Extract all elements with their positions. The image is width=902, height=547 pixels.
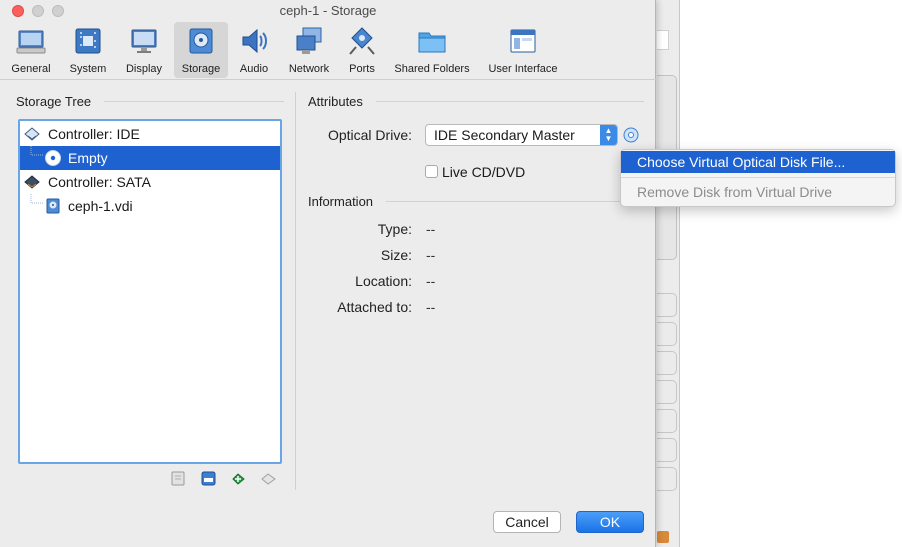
general-icon <box>16 30 46 54</box>
toolbar-audio-label: Audio <box>239 63 269 75</box>
size-value: -- <box>426 247 436 263</box>
attributes-separator <box>376 101 644 102</box>
remove-disk-item[interactable]: Remove Disk from Virtual Drive <box>621 181 895 203</box>
toolbar-shared-folders-label: Shared Folders <box>394 63 470 75</box>
background-app-icon <box>657 531 669 543</box>
sata-controller-icon <box>24 175 40 189</box>
storage-tree[interactable]: Controller: IDE Empty Controller: SATA c… <box>18 119 282 464</box>
toolbar-network[interactable]: Network <box>282 22 336 78</box>
attached-to-value: -- <box>426 299 436 315</box>
shared-folders-icon <box>418 32 446 53</box>
background-row <box>657 409 677 433</box>
tree-connector <box>30 194 43 204</box>
add-attachment-icon[interactable] <box>230 470 247 487</box>
optical-disk-popup-menu: Choose Virtual Optical Disk File... Remo… <box>620 149 896 207</box>
tree-connector <box>30 146 43 156</box>
menu-separator <box>621 177 895 178</box>
toolbar-user-interface-label: User Interface <box>488 63 558 75</box>
choose-optical-disk-file-item[interactable]: Choose Virtual Optical Disk File... <box>621 151 895 173</box>
optical-drive-select[interactable]: IDE Secondary Master ▲ ▼ <box>425 124 618 146</box>
optical-disc-icon <box>45 150 61 166</box>
toolbar-general-label: General <box>11 63 51 75</box>
information-separator <box>386 201 644 202</box>
toolbar-audio[interactable]: Audio <box>234 22 274 78</box>
minimize-window-button[interactable] <box>32 5 44 17</box>
optical-drive-value: IDE Secondary Master <box>434 127 575 143</box>
storage-tree-title: Storage Tree <box>16 94 92 109</box>
toolbar-display-label: Display <box>125 63 163 75</box>
background-row <box>657 438 677 462</box>
toolbar-user-interface[interactable]: User Interface <box>484 22 562 78</box>
attributes-title: Attributes <box>308 94 363 109</box>
background-row <box>657 380 677 404</box>
system-icon <box>75 28 101 54</box>
toolbar-general[interactable]: General <box>6 22 56 78</box>
background-row <box>657 351 677 375</box>
remove-controller-icon[interactable] <box>200 470 217 487</box>
storage-settings-dialog: ceph-1 - Storage General System Display … <box>0 0 656 547</box>
tree-item-label: Empty <box>68 150 108 166</box>
location-value: -- <box>426 273 436 289</box>
information-title: Information <box>308 194 374 209</box>
hard-disk-icon <box>46 198 60 214</box>
tree-item-controller-sata[interactable]: Controller: SATA <box>20 170 280 194</box>
toolbar-storage[interactable]: Storage <box>174 22 228 78</box>
background-field <box>657 30 669 50</box>
ide-controller-icon <box>24 127 40 141</box>
toolbar-system-label: System <box>69 63 107 75</box>
ports-icon <box>349 27 375 55</box>
panel-divider <box>295 92 296 490</box>
location-label: Location: <box>355 273 412 289</box>
window-title: ceph-1 - Storage <box>279 3 377 18</box>
optical-drive-label: Optical Drive: <box>327 127 412 143</box>
live-cd-checkbox[interactable] <box>425 165 438 178</box>
tree-item-controller-ide[interactable]: Controller: IDE <box>20 122 280 146</box>
type-label: Type: <box>377 221 412 237</box>
toolbar-shared-folders[interactable]: Shared Folders <box>392 22 472 78</box>
storage-icon <box>189 28 213 54</box>
tree-item-ceph-vdi[interactable]: ceph-1.vdi <box>20 194 280 218</box>
network-icon <box>296 27 322 54</box>
close-window-button[interactable] <box>12 5 24 17</box>
toolbar-system[interactable]: System <box>64 22 112 78</box>
background-row <box>657 467 677 491</box>
add-controller-icon[interactable] <box>170 470 187 487</box>
type-value: -- <box>426 221 436 237</box>
background-row <box>657 322 677 346</box>
display-icon <box>131 29 157 53</box>
toolbar-network-label: Network <box>288 63 330 75</box>
toolbar-display[interactable]: Display <box>120 22 168 78</box>
chevron-up-down-icon: ▲ ▼ <box>600 125 617 145</box>
toolbar-ports[interactable]: Ports <box>342 22 382 78</box>
live-cd-label: Live CD/DVD <box>442 164 526 180</box>
cancel-button[interactable]: Cancel <box>493 511 561 533</box>
toolbar-storage-label: Storage <box>181 63 221 75</box>
size-label: Size: <box>380 247 412 263</box>
background-row <box>657 293 677 317</box>
maximize-window-button[interactable] <box>52 5 64 17</box>
settings-toolbar: General System Display Storage Audio Net… <box>0 22 656 80</box>
tree-item-label: ceph-1.vdi <box>68 198 133 214</box>
tree-item-label: Controller: IDE <box>48 126 140 142</box>
attached-to-label: Attached to: <box>337 299 412 315</box>
user-interface-icon <box>510 29 536 53</box>
optical-disc-menu-icon[interactable] <box>623 127 639 143</box>
remove-attachment-icon[interactable] <box>260 470 277 487</box>
storage-tree-separator <box>104 101 284 102</box>
ok-button[interactable]: OK <box>576 511 644 533</box>
toolbar-ports-label: Ports <box>349 63 375 75</box>
audio-icon <box>242 28 267 54</box>
tree-item-empty-optical[interactable]: Empty <box>20 146 280 170</box>
tree-item-label: Controller: SATA <box>48 174 151 190</box>
